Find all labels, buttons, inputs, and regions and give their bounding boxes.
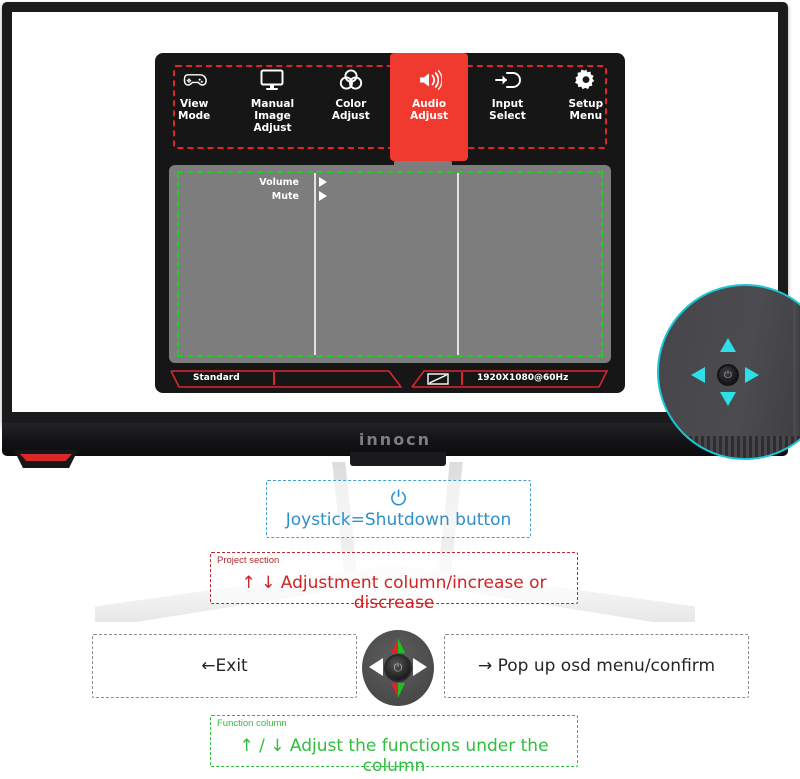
- callout-project-section: Project section ↑ ↓ Adjustment column/in…: [210, 552, 578, 613]
- osd-panel: View Mode Manual Image Adjust Color Adjust Aud…: [155, 53, 625, 393]
- joystick-left-arrow-icon: [691, 367, 705, 383]
- callout-exit: ←Exit: [92, 634, 357, 698]
- callout-popup-menu: → Pop up osd menu/confirm: [444, 634, 749, 698]
- callout-project-tag: Project section: [217, 555, 280, 566]
- osd-tab-label: Setup: [568, 98, 604, 110]
- osd-tab-label: Adjust: [331, 110, 370, 122]
- osd-tab-color[interactable]: Color Adjust: [312, 53, 390, 161]
- hdmi-display-icon: [427, 373, 449, 385]
- osd-tab-label: Adjust: [253, 122, 292, 134]
- osd-tab-bar: View Mode Manual Image Adjust Color Adjust Aud…: [155, 53, 625, 161]
- physical-joystick-button[interactable]: ⏻: [717, 364, 739, 386]
- joystick-right-arrow-icon: [413, 658, 427, 676]
- status-divider: [461, 372, 463, 385]
- osd-tab-label: Manual Image: [250, 98, 295, 122]
- status-resolution-label: 1920X1080@60Hz: [477, 373, 569, 383]
- monitor-back-edge: [793, 286, 800, 458]
- callout-shutdown-text: Joystick=Shutdown button: [285, 509, 512, 530]
- osd-tab-label: View: [179, 98, 209, 110]
- monitor-vent-grille: [659, 436, 800, 458]
- osd-tab-audio[interactable]: Audio Adjust: [389, 53, 469, 161]
- osd-content-area: Volume Mute: [169, 165, 611, 363]
- callout-project-text: ↑ ↓ Adjustment column/increase or discre…: [241, 573, 547, 613]
- joystick-down-arrow-icon: [398, 683, 405, 698]
- gear-icon: [574, 67, 598, 93]
- joystick-up-arrow-icon: [720, 338, 736, 352]
- callout-shutdown: ⏻ Joystick=Shutdown button: [266, 480, 531, 538]
- bezel-red-accent: [14, 450, 78, 468]
- osd-tab-manual-image[interactable]: Manual Image Adjust: [233, 53, 311, 161]
- osd-tab-input[interactable]: Input Select: [468, 53, 546, 161]
- osd-tab-label: Adjust: [410, 110, 449, 122]
- osd-tab-view[interactable]: View Mode: [155, 53, 233, 161]
- osd-tab-label: Input: [491, 98, 524, 110]
- callout-popup-text: → Pop up osd menu/confirm: [477, 656, 716, 676]
- osd-tab-label: Audio: [412, 98, 447, 110]
- input-arrow-icon: [493, 67, 522, 93]
- osd-status-bar: Standard 1920X1080@60Hz: [169, 369, 611, 389]
- callout-function-column: Function column ↑ / ↓ Adjust the functio…: [210, 715, 578, 776]
- speaker-icon: [416, 67, 443, 93]
- joystick-up-arrow-icon: [398, 638, 405, 653]
- power-icon: ⏻: [390, 487, 407, 510]
- osd-tab-setup[interactable]: Setup Menu: [547, 53, 625, 161]
- joystick-down-arrow-icon: [391, 683, 398, 698]
- color-venn-icon: [339, 67, 363, 93]
- joystick-center-button[interactable]: ⏻: [384, 654, 412, 682]
- joystick-down-arrow-icon: [720, 392, 736, 406]
- stand-neck: [350, 452, 446, 466]
- joystick-up-arrow-icon: [391, 638, 398, 653]
- diagram-canvas: innocn View Mode Manual Image Adjust Color Ad…: [0, 0, 800, 779]
- callout-exit-text: ←Exit: [201, 656, 248, 676]
- osd-tab-label: Menu: [569, 110, 603, 122]
- joystick-right-arrow-icon: [745, 367, 759, 383]
- zoom-clip: ⏻: [659, 286, 800, 458]
- osd-body-annotation-box: [177, 171, 603, 357]
- joystick-zoom-callout: ⏻: [657, 284, 800, 460]
- monitor-icon: [260, 67, 284, 93]
- status-preset-label: Standard: [193, 373, 240, 383]
- osd-tab-label: Color: [335, 98, 367, 110]
- status-divider: [273, 372, 275, 385]
- osd-tab-label: Select: [489, 110, 526, 122]
- joystick-left-arrow-icon: [369, 658, 383, 676]
- gamepad-icon: [181, 67, 208, 93]
- joystick-diagram[interactable]: ⏻: [362, 630, 434, 706]
- callout-function-tag: Function column: [217, 718, 287, 729]
- osd-tab-label: Mode: [178, 110, 211, 122]
- callout-function-text: ↑ / ↓ Adjust the functions under the col…: [239, 736, 549, 776]
